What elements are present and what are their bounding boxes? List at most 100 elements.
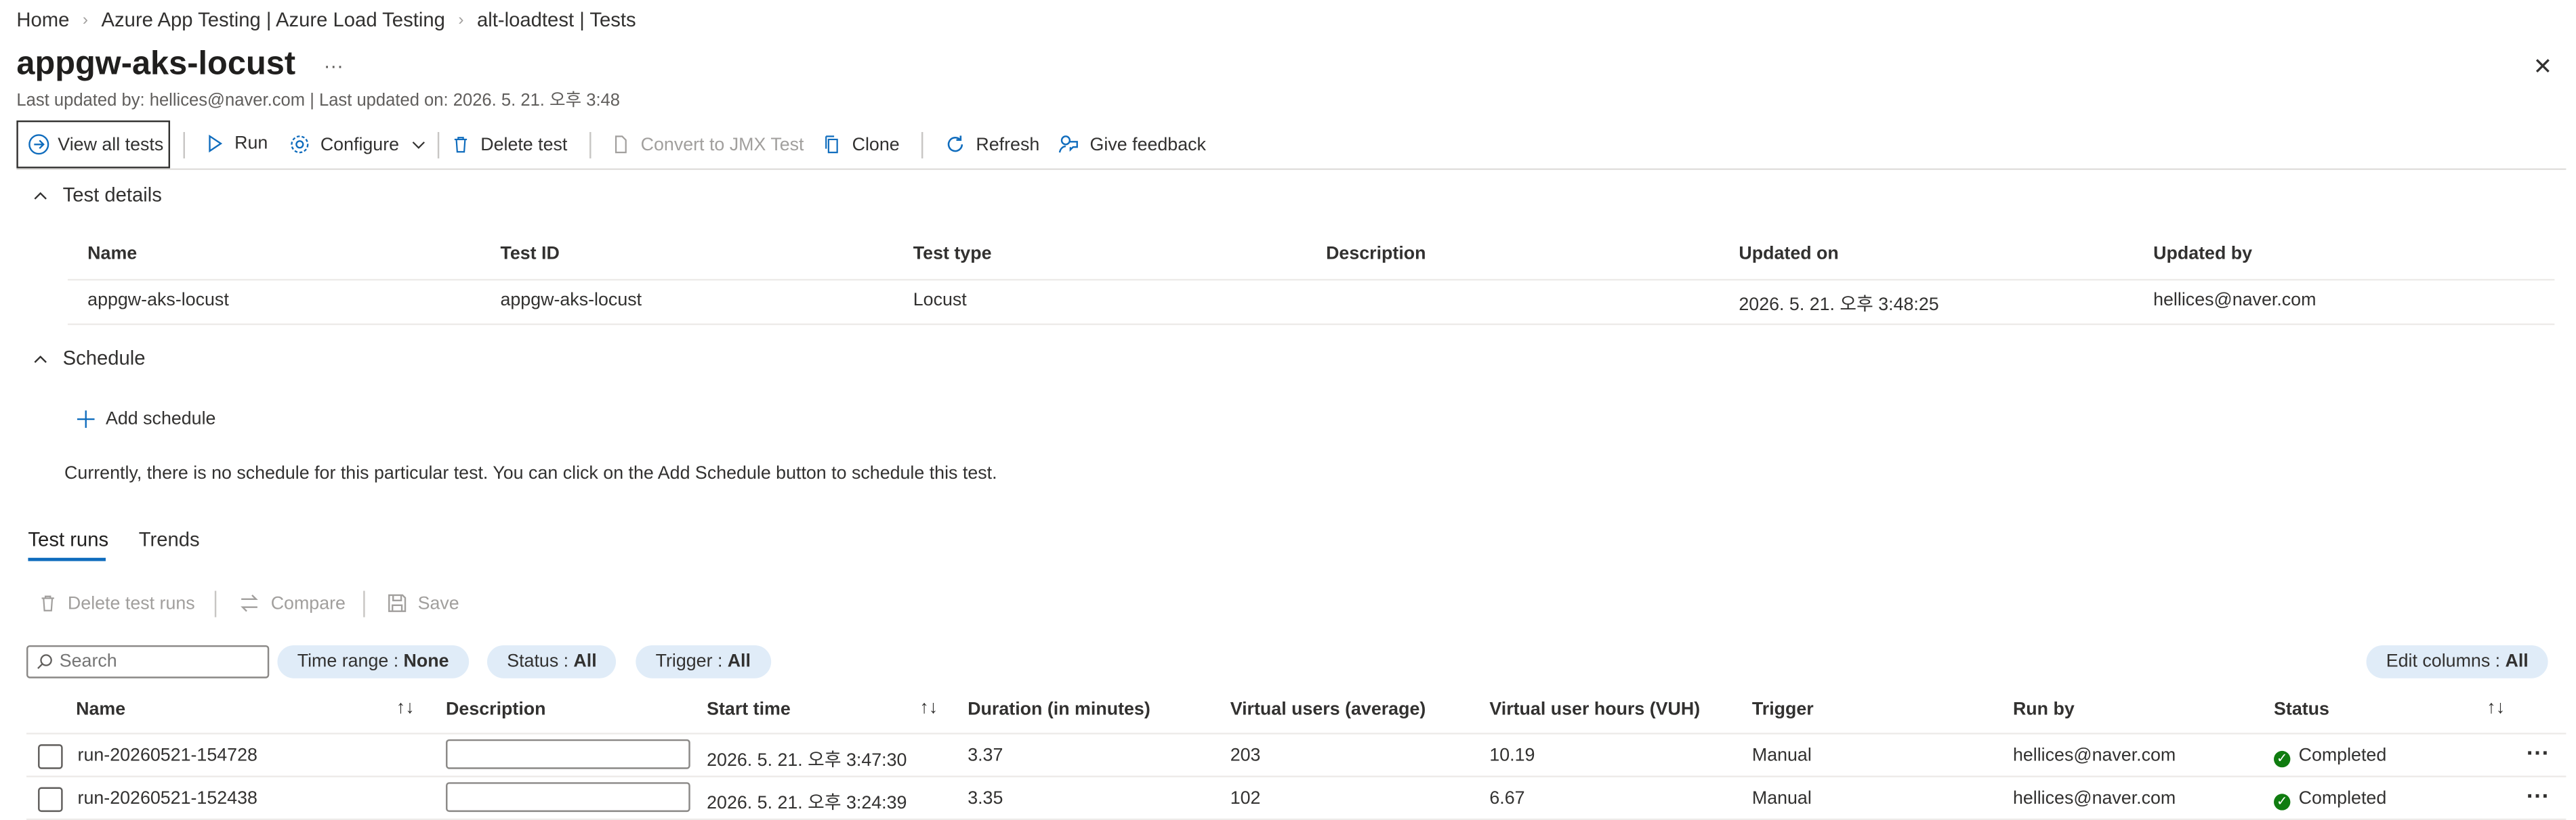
toolbar-divider-line	[16, 168, 2567, 171]
trigger-filter[interactable]: Trigger : All	[636, 645, 771, 678]
save-label: Save	[417, 593, 459, 613]
delete-test-runs-label: Delete test runs	[67, 593, 195, 613]
document-icon	[611, 133, 631, 155]
view-all-tests-button[interactable]: View all tests	[16, 120, 171, 169]
search-box[interactable]	[26, 645, 270, 678]
tab-active-indicator	[28, 557, 106, 561]
gear-icon	[289, 133, 311, 155]
run-vuh: 10.19	[1489, 746, 1535, 766]
compare-label: Compare	[270, 593, 346, 613]
run-duration: 3.37	[968, 746, 1003, 766]
row-more-button[interactable]: ···	[2527, 782, 2550, 808]
run-name-link[interactable]: run-20260521-154728	[78, 746, 257, 766]
play-icon	[205, 133, 224, 153]
row-more-button[interactable]: ···	[2527, 739, 2550, 766]
clone-button[interactable]: Clone	[823, 133, 900, 155]
toolbar-divider	[589, 131, 591, 158]
time-range-label: Time range :	[297, 651, 399, 672]
runs-header-vuh[interactable]: Virtual user hours (VUH)	[1489, 699, 1700, 719]
page-title: appgw-aks-locust	[16, 46, 296, 83]
run-label: Run	[234, 133, 268, 154]
sort-icon[interactable]: ↑↓	[396, 698, 415, 718]
compare-arrows-icon	[238, 592, 261, 614]
refresh-icon	[944, 133, 966, 155]
compare-button[interactable]: Compare	[238, 592, 346, 614]
trigger-filter-value: All	[727, 651, 751, 672]
schedule-toggle[interactable]: Schedule	[31, 346, 146, 370]
run-status: ✓ Completed	[2274, 789, 2386, 811]
runs-header-run-by[interactable]: Run by	[2013, 699, 2075, 719]
feedback-icon	[1057, 133, 1080, 155]
runs-header-duration[interactable]: Duration (in minutes)	[968, 699, 1150, 719]
run-status: ✓ Completed	[2274, 746, 2386, 768]
chevron-up-icon	[31, 186, 49, 204]
configure-button[interactable]: Configure	[289, 133, 428, 155]
run-start-time: 2026. 5. 21. 오후 3:47:30	[707, 750, 907, 771]
status-text: Completed	[2298, 788, 2387, 809]
give-feedback-button[interactable]: Give feedback	[1057, 133, 1206, 155]
clone-label: Clone	[852, 134, 900, 154]
run-name-link[interactable]: run-20260521-152438	[78, 789, 257, 808]
tab-trends[interactable]: Trends	[139, 528, 200, 551]
run-button[interactable]: Run	[205, 133, 268, 154]
delete-test-button[interactable]: Delete test	[451, 133, 567, 155]
details-cell-name: appgw-aks-locust	[87, 290, 229, 311]
trash-icon	[451, 133, 470, 155]
runs-header-trigger[interactable]: Trigger	[1752, 699, 1814, 719]
chevron-down-icon	[409, 135, 428, 154]
breadcrumb-home[interactable]: Home	[16, 8, 69, 31]
schedule-title: Schedule	[62, 346, 146, 370]
close-button[interactable]: ✕	[2533, 53, 2553, 81]
delete-test-runs-button[interactable]: Delete test runs	[38, 592, 195, 614]
status-filter[interactable]: Status : All	[486, 645, 617, 678]
run-vuh: 6.67	[1489, 788, 1525, 809]
add-schedule-button[interactable]: Add schedule	[76, 409, 215, 429]
details-header-test-type: Test type	[913, 244, 992, 264]
description-field[interactable]	[446, 782, 690, 813]
details-header-updated-on: Updated on	[1739, 244, 1839, 264]
tab-test-runs[interactable]: Test runs	[28, 528, 108, 551]
more-options-button[interactable]: ···	[324, 54, 344, 77]
arrow-circle-icon	[28, 133, 49, 155]
breadcrumb-azure-app-testing[interactable]: Azure App Testing | Azure Load Testing	[102, 8, 445, 31]
convert-jmx-button[interactable]: Convert to JMX Test	[611, 133, 804, 155]
test-details-toggle[interactable]: Test details	[31, 184, 162, 207]
refresh-button[interactable]: Refresh	[944, 133, 1039, 155]
test-details-title: Test details	[62, 183, 162, 207]
sort-icon[interactable]: ↑↓	[2487, 698, 2505, 718]
description-field[interactable]	[446, 739, 690, 769]
runs-header-status[interactable]: Status	[2274, 699, 2329, 719]
toolbar-divider	[921, 131, 923, 158]
edit-columns-label: Edit columns :	[2386, 651, 2501, 672]
breadcrumb: Home › Azure App Testing | Azure Load Te…	[16, 8, 636, 31]
run-start-time: 2026. 5. 21. 오후 3:24:39	[707, 794, 907, 814]
details-header-divider	[67, 278, 2555, 281]
save-button[interactable]: Save	[386, 592, 459, 614]
runs-header-name[interactable]: Name	[76, 699, 125, 719]
details-row-divider	[67, 323, 2555, 326]
run-trigger: Manual	[1751, 746, 1812, 766]
row-checkbox[interactable]	[38, 787, 63, 813]
details-cell-test-id: appgw-aks-locust	[500, 290, 642, 311]
runs-header-description[interactable]: Description	[446, 699, 545, 719]
time-range-value: None	[403, 651, 449, 672]
run-by: hellices@naver.com	[2012, 788, 2176, 809]
row-checkbox[interactable]	[38, 744, 63, 769]
sort-icon[interactable]: ↑↓	[920, 698, 938, 718]
details-header-test-id: Test ID	[500, 244, 560, 264]
runs-header-vu-average[interactable]: Virtual users (average)	[1230, 699, 1426, 719]
run-duration: 3.35	[968, 788, 1003, 809]
give-feedback-label: Give feedback	[1089, 134, 1206, 154]
details-cell-updated-by: hellices@naver.com	[2153, 290, 2317, 311]
edit-columns-button[interactable]: Edit columns : All	[2366, 645, 2548, 678]
search-input[interactable]	[59, 651, 258, 672]
runs-header-start-time[interactable]: Start time	[707, 699, 791, 719]
runs-header-divider	[26, 733, 2567, 735]
breadcrumb-alt-loadtest[interactable]: alt-loadtest | Tests	[477, 8, 636, 31]
time-range-filter[interactable]: Time range : None	[277, 645, 469, 678]
add-schedule-label: Add schedule	[105, 409, 216, 429]
details-cell-updated-on: 2026. 5. 21. 오후 3:48:25	[1739, 295, 1939, 316]
breadcrumb-separator: ›	[82, 10, 89, 29]
trigger-filter-label: Trigger :	[655, 651, 723, 672]
status-filter-value: All	[573, 651, 597, 672]
